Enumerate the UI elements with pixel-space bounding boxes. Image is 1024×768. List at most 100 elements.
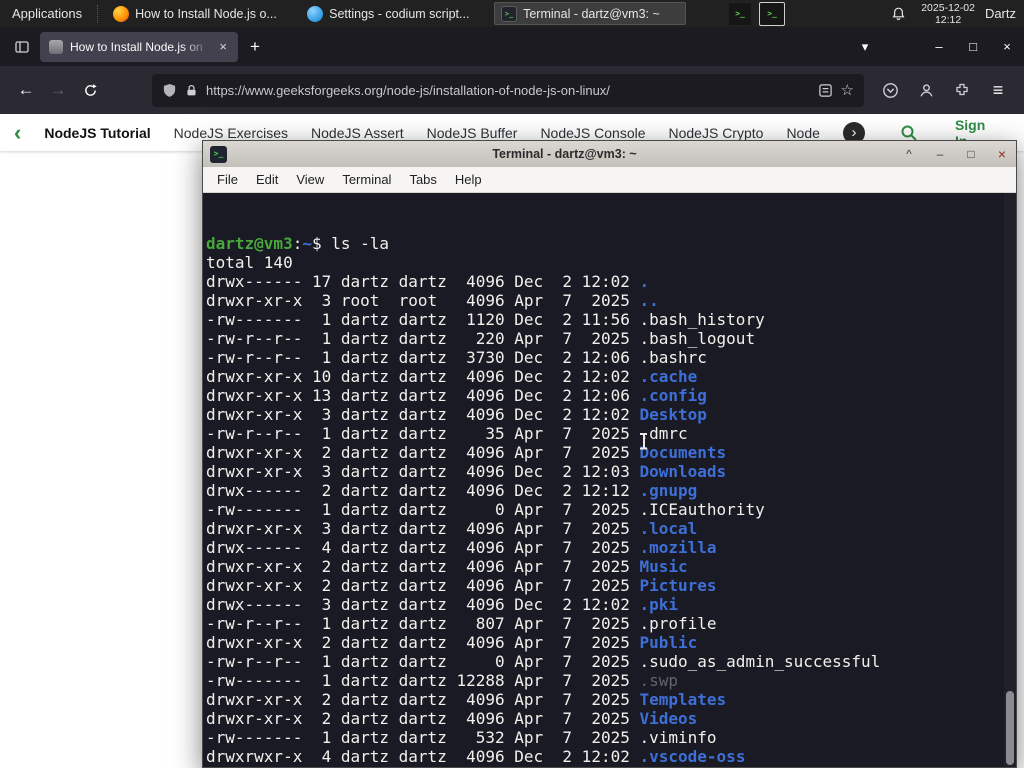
site-nav-items: NodeJS Tutorial NodeJS Exercises NodeJS As…: [44, 125, 820, 141]
browser-maximize-button[interactable]: □: [956, 39, 990, 54]
terminal-title: Terminal - dartz@vm3: ~: [492, 147, 637, 161]
terminal-line: drwxr-xr-x 3 root root 4096 Apr 7 2025 .…: [206, 291, 659, 310]
site-nav-item[interactable]: NodeJS Crypto: [669, 125, 764, 141]
terminal-line: drwx------ 3 dartz dartz 4096 Dec 2 12:0…: [206, 595, 679, 614]
reload-icon: [84, 83, 97, 96]
bell-icon: [892, 7, 905, 20]
terminal-line: drwxr-xr-x 2 dartz dartz 4096 Apr 7 2025…: [206, 633, 698, 652]
terminal-line: drwx------ 2 dartz dartz 4096 Dec 2 12:1…: [206, 481, 698, 500]
list-all-tabs-icon[interactable]: ▾: [848, 39, 882, 55]
site-nav-item[interactable]: NodeJS Tutorial: [44, 125, 150, 141]
terminal-menu-help[interactable]: Help: [446, 169, 491, 190]
terminal-line: drwxr-xr-x 3 dartz dartz 4096 Dec 2 12:0…: [206, 405, 707, 424]
terminal-shade-button[interactable]: ^: [902, 147, 916, 161]
terminal-line: drwxr-xr-x 10 dartz dartz 4096 Dec 2 12:…: [206, 367, 698, 386]
terminal-menu-file[interactable]: File: [208, 169, 247, 190]
terminal-lines: dartz@vm3:~$ ls -la total 140 drwx------ 1…: [206, 234, 1002, 767]
extensions-puzzle-icon[interactable]: [946, 75, 978, 105]
terminal-menu-view[interactable]: View: [287, 169, 333, 190]
reload-button[interactable]: [74, 75, 106, 105]
system-tray: >_ >_: [729, 1, 786, 26]
bookmark-star-icon[interactable]: ☆: [841, 81, 854, 99]
nav-scroll-left-icon[interactable]: ‹: [14, 121, 21, 143]
window-controls: ▾ – □ ×: [848, 39, 1024, 55]
codium-icon: [307, 5, 324, 22]
terminal-line: -rw-r--r-- 1 dartz dartz 807 Apr 7 2025 …: [206, 614, 717, 633]
terminal-output[interactable]: dartz@vm3:~$ ls -la total 140 drwx------ 1…: [203, 193, 1016, 767]
terminal-line: -rw------- 1 dartz dartz 12288 Apr 7 202…: [206, 671, 679, 690]
tray-terminal-icon[interactable]: >_: [729, 2, 752, 25]
firefox-view-icon[interactable]: [14, 39, 30, 55]
browser-tab-bar: How to Install Node.js on × + ▾ – □ ×: [0, 27, 1024, 66]
browser-tab[interactable]: How to Install Node.js on ×: [40, 31, 238, 62]
site-nav-item[interactable]: NodeJS Assert: [311, 125, 404, 141]
reader-mode-icon[interactable]: [818, 83, 833, 98]
terminal-menu-edit[interactable]: Edit: [247, 169, 287, 190]
user-label: Dartz: [984, 6, 1016, 21]
menu-hamburger-icon[interactable]: ≡: [982, 75, 1014, 105]
site-nav-item[interactable]: NodeJS Console: [540, 125, 645, 141]
lock-icon[interactable]: [185, 84, 198, 97]
panel-separator: [97, 4, 102, 23]
taskbar-button-label: How to Install Node.js o...: [135, 6, 277, 21]
toolbar-extensions: ≡: [874, 75, 1014, 105]
terminal-title-bar[interactable]: >_ Terminal - dartz@vm3: ~ ^ – □ ×: [203, 141, 1016, 167]
terminal-line: drwxr-xr-x 13 dartz dartz 4096 Dec 2 12:…: [206, 386, 707, 405]
clock[interactable]: 2025-12-02 12:12: [921, 2, 975, 26]
terminal-line: -rw-r--r-- 1 dartz dartz 220 Apr 7 2025 …: [206, 329, 756, 348]
terminal-line: -rw-r--r-- 1 dartz dartz 35 Apr 7 2025 .…: [206, 424, 688, 443]
tab-close-icon[interactable]: ×: [217, 39, 229, 54]
terminal-scrollbar[interactable]: [1004, 193, 1016, 767]
terminal-scrollbar-thumb[interactable]: [1006, 691, 1014, 765]
clock-date: 2025-12-02: [921, 1, 975, 14]
terminal-line: -rw-r--r-- 1 dartz dartz 3730 Dec 2 12:0…: [206, 348, 707, 367]
tray-terminal-selected-icon[interactable]: >_: [759, 1, 786, 26]
terminal-line: drwxr-xr-x 2 dartz dartz 4096 Apr 7 2025…: [206, 709, 698, 728]
site-search-icon[interactable]: [900, 124, 918, 142]
firefox-icon: [113, 5, 130, 22]
applications-menu[interactable]: Applications: [0, 0, 94, 27]
terminal-menu-bar: File Edit View Terminal Tabs Help: [203, 167, 1016, 193]
mouse-text-cursor: [639, 433, 648, 449]
terminal-maximize-button[interactable]: □: [964, 147, 978, 161]
terminal-line: -rw------- 1 dartz dartz 1120 Dec 2 11:5…: [206, 310, 765, 329]
taskbar-button-firefox[interactable]: How to Install Node.js o...: [106, 2, 298, 25]
url-bar[interactable]: https://www.geeksforgeeks.org/node-js/in…: [152, 73, 864, 107]
desktop: Applications How to Install Node.js o...…: [0, 0, 1024, 768]
terminal-window-controls: ^ – □ ×: [902, 146, 1009, 162]
terminal-line: drwxr-xr-x 2 dartz dartz 4096 Apr 7 2025…: [206, 690, 727, 709]
terminal-line: drwx------ 4 dartz dartz 4096 Apr 7 2025…: [206, 538, 717, 557]
browser-close-button[interactable]: ×: [990, 39, 1024, 54]
account-icon[interactable]: [910, 75, 942, 105]
terminal-line: drwxrwxr-x 4 dartz dartz 4096 Dec 2 12:0…: [206, 747, 746, 766]
terminal-line: drwxr-xr-x 2 dartz dartz 4096 Apr 7 2025…: [206, 557, 688, 576]
browser-toolbar: ← → https://www.geeksforgeeks.org/node-j…: [0, 66, 1024, 114]
terminal-window: >_ Terminal - dartz@vm3: ~ ^ – □ × File E…: [202, 140, 1017, 768]
taskbar-button-codium[interactable]: Settings - codium script...: [300, 2, 492, 25]
terminal-line: drwxr-xr-x 2 dartz dartz 4096 Apr 7 2025…: [206, 443, 727, 462]
taskbar-button-label: Terminal - dartz@vm3: ~: [523, 6, 660, 21]
terminal-close-button[interactable]: ×: [995, 146, 1009, 162]
notification-bell-icon[interactable]: [885, 6, 911, 22]
top-panel: Applications How to Install Node.js o...…: [0, 0, 1024, 27]
taskbar-button-label: Settings - codium script...: [329, 6, 470, 21]
browser-minimize-button[interactable]: –: [922, 39, 956, 54]
shield-icon[interactable]: [162, 83, 177, 98]
pocket-icon[interactable]: [874, 75, 906, 105]
forward-button[interactable]: →: [42, 75, 74, 105]
back-button[interactable]: ←: [10, 75, 42, 105]
new-tab-button[interactable]: +: [250, 37, 260, 57]
clock-time: 12:12: [934, 13, 962, 26]
terminal-line: total 140: [206, 253, 293, 272]
terminal-line: dartz@vm3:~$ ls -la: [206, 234, 390, 253]
terminal-minimize-button[interactable]: –: [933, 147, 947, 161]
terminal-menu-terminal[interactable]: Terminal: [333, 169, 400, 190]
site-nav-item[interactable]: NodeJS Buffer: [427, 125, 518, 141]
terminal-line: drwxr-xr-x 3 dartz dartz 4096 Apr 7 2025…: [206, 519, 698, 538]
terminal-menu-tabs[interactable]: Tabs: [400, 169, 445, 190]
site-nav-item[interactable]: NodeJS Exercises: [174, 125, 288, 141]
terminal-icon: >_: [501, 5, 518, 22]
taskbar-button-terminal[interactable]: >_ Terminal - dartz@vm3: ~: [494, 2, 687, 25]
terminal-line: -rw------- 1 dartz dartz 48 Dec 2 10:39 …: [206, 766, 1002, 767]
site-nav-item[interactable]: NodeJS DNS: [786, 125, 820, 141]
